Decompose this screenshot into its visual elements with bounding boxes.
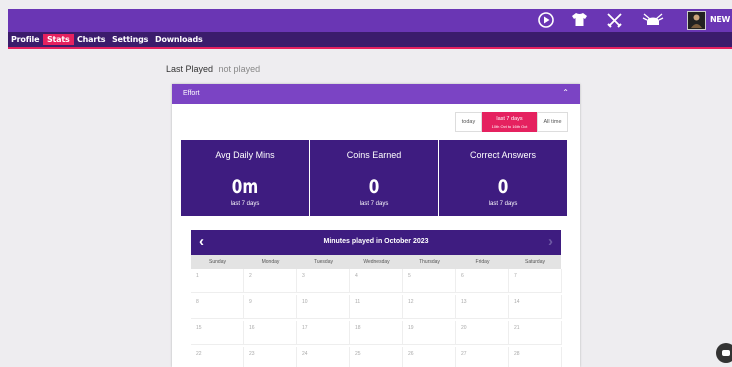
stat-period: last 7 days	[359, 201, 389, 207]
stat-period: last 7 days	[230, 201, 260, 207]
calendar-day-cell: 21	[509, 321, 562, 345]
top-bar: NEW ARTI	[8, 9, 732, 32]
weekday-label: Saturday	[524, 259, 545, 265]
main-nav: Profile Stats Charts Settings Downloads	[8, 32, 732, 49]
calendar-day-cell: 16	[244, 321, 297, 345]
calendar-header: ‹ Minutes played in October 2023 ›	[191, 230, 561, 255]
play-circle-icon[interactable]	[538, 12, 554, 32]
weekday-label: Friday	[475, 259, 490, 265]
stat-value: 0m	[231, 176, 259, 198]
stat-card-avg-mins: Avg Daily Mins 0m last 7 days	[181, 140, 309, 216]
range-last7-label: last 7 days	[496, 116, 523, 122]
calendar-day-cell: 13	[456, 295, 509, 319]
last-played: Last Played not played	[166, 64, 260, 74]
last-played-label: Last Played	[166, 64, 214, 74]
calendar-day-cell: 2	[244, 269, 297, 293]
calendar-weekdays: Sunday Monday Tuesday Wednesday Thursday…	[191, 255, 561, 269]
user-name[interactable]: NEW ARTI	[710, 15, 732, 24]
avatar[interactable]	[687, 11, 706, 30]
chat-icon[interactable]	[716, 343, 732, 363]
stat-card-coins: Coins Earned 0 last 7 days	[310, 140, 438, 216]
calendar-day-cell: 7	[509, 269, 562, 293]
range-all-button[interactable]: All time	[537, 112, 568, 132]
shirt-icon[interactable]	[571, 12, 588, 31]
weekday-label: Sunday	[209, 259, 226, 265]
weekday-label: Tuesday	[314, 259, 333, 265]
nav-item-charts[interactable]: Charts	[77, 35, 105, 44]
calendar-day-cell: 5	[403, 269, 456, 293]
calendar-title: Minutes played in October 2023	[323, 238, 429, 245]
range-last7-dates: 10th Oct to 16th Oct	[491, 124, 528, 129]
last-played-value: not played	[218, 64, 261, 74]
calendar-day-cell: 22	[191, 347, 244, 367]
calendar-day-cell: 27	[456, 347, 509, 367]
calendar-day-cell: 28	[509, 347, 562, 367]
calendar-day-cell: 3	[297, 269, 350, 293]
stat-value: 0	[368, 176, 380, 198]
weekday-label: Wednesday	[363, 259, 390, 265]
calendar-day-cell: 26	[403, 347, 456, 367]
nav-item-downloads[interactable]: Downloads	[155, 35, 203, 44]
stat-title: Coins Earned	[346, 150, 402, 160]
calendar-day-cell: 9	[244, 295, 297, 319]
calendar-day-cell: 1	[191, 269, 244, 293]
panel-header[interactable]: Effort ⌃	[172, 84, 580, 104]
calendar-day-cell: 17	[297, 321, 350, 345]
calendar-day-cell: 24	[297, 347, 350, 367]
stat-title: Avg Daily Mins	[215, 150, 275, 160]
effort-panel: Effort ⌃ today last 7 days 10th Oct to 1…	[172, 84, 580, 367]
calendar-day-cell: 20	[456, 321, 509, 345]
nav-item-profile[interactable]: Profile	[11, 35, 39, 44]
calendar-day-cell: 15	[191, 321, 244, 345]
calendar-day-cell: 14	[509, 295, 562, 319]
calendar-day-cell: 23	[244, 347, 297, 367]
calendar-day-cell: 25	[350, 347, 403, 367]
weekday-label: Thursday	[419, 259, 440, 265]
drum-icon[interactable]	[642, 12, 664, 32]
crossed-swords-icon[interactable]	[606, 12, 623, 32]
stat-period: last 7 days	[488, 201, 518, 207]
calendar-day-cell: 12	[403, 295, 456, 319]
calendar-day-cell: 6	[456, 269, 509, 293]
stat-title: Correct Answers	[469, 150, 537, 160]
calendar-day-cell: 18	[350, 321, 403, 345]
calendar-day-cell: 19	[403, 321, 456, 345]
calendar-day-cell: 8	[191, 295, 244, 319]
stat-card-correct-answers: Correct Answers 0 last 7 days	[439, 140, 567, 216]
range-today-button[interactable]: today	[455, 112, 482, 132]
range-last7-button[interactable]: last 7 days 10th Oct to 16th Oct	[482, 112, 537, 132]
calendar-day-cell: 11	[350, 295, 403, 319]
nav-item-stats[interactable]: Stats	[43, 34, 74, 45]
panel-title: Effort	[183, 90, 200, 97]
nav-item-settings[interactable]: Settings	[112, 35, 148, 44]
chevron-up-icon[interactable]: ⌃	[562, 88, 569, 97]
chevron-right-icon[interactable]: ›	[548, 233, 553, 250]
calendar-day-cell: 4	[350, 269, 403, 293]
weekday-label: Monday	[261, 259, 280, 265]
calendar-day-cell: 10	[297, 295, 350, 319]
stat-value: 0	[497, 176, 509, 198]
